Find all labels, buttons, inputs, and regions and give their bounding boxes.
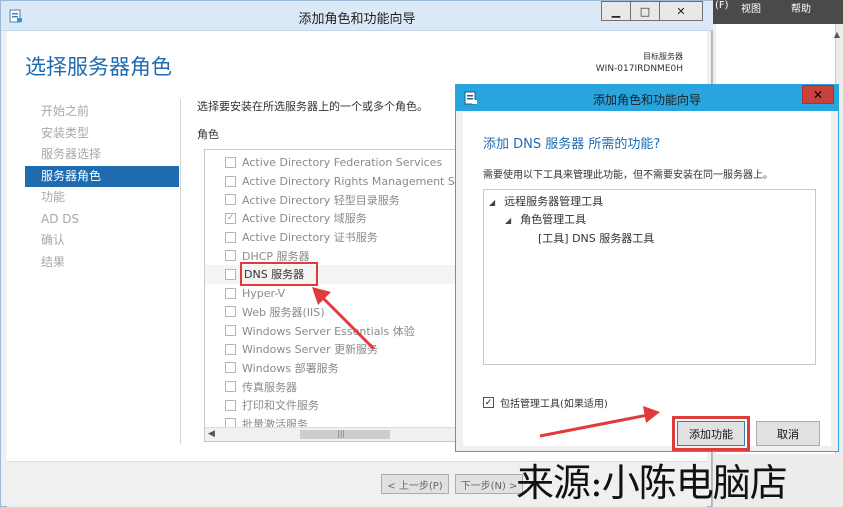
include-tools-checkbox[interactable]: ✓ [483,397,494,408]
next-button[interactable]: 下一步(N) > [455,474,523,494]
role-checkbox[interactable] [225,325,236,337]
role-label: Active Directory 轻型目录服务 [242,193,400,207]
target-server-label: 目标服务器 [643,52,683,61]
tree-node-label: 角色管理工具 [520,213,587,226]
role-checkbox[interactable] [225,287,236,299]
roles-heading: 角色 [197,128,219,141]
role-label: Windows Server Essentials 体验 [242,324,415,338]
dialog-close-button[interactable]: ✕ [802,85,834,104]
role-checkbox-checked[interactable]: ✓ [225,212,236,224]
role-item-dns[interactable]: DNS 服务器 [205,262,473,287]
tree-node[interactable]: ◢ 远程服务器管理工具 [489,193,603,209]
roles-list[interactable]: Active Directory Federation Services Act… [204,149,474,442]
background-menubar: (F) 视图 帮助 [713,0,843,24]
role-checkbox[interactable] [225,268,236,280]
role-checkbox[interactable] [225,381,236,393]
scrollbar-grip-icon: ||| [337,429,346,438]
features-tree[interactable]: ◢ 远程服务器管理工具 ◢ 角色管理工具 [工具] DNS 服务器工具 [483,189,816,365]
horizontal-scrollbar[interactable]: ◀ ||| [205,427,473,441]
role-item[interactable]: Windows 部署服务 [205,359,473,378]
dialog-heading: 添加 DNS 服务器 所需的功能? [483,137,661,152]
role-checkbox[interactable] [225,250,236,262]
role-label: Hyper-V [242,286,286,300]
role-checkbox[interactable] [225,194,236,206]
previous-button[interactable]: < 上一步(P) [381,474,449,494]
role-label-dns: DNS 服务器 [239,262,319,287]
minimize-button[interactable]: ▁ [601,1,631,21]
close-button[interactable]: ✕ [659,1,703,21]
nav-divider [180,99,181,444]
nav-item-results[interactable]: 结果 [25,252,179,274]
maximize-button[interactable]: □ [630,1,660,21]
roles-description: 选择要安装在所选服务器上的一个或多个角色。 [197,100,428,113]
expand-icon[interactable]: ◢ [505,216,511,225]
role-checkbox[interactable] [225,175,236,187]
role-checkbox[interactable] [225,156,236,168]
scroll-up-icon[interactable]: ▲ [834,30,840,39]
tree-node[interactable]: ◢ 角色管理工具 [505,211,586,227]
page-title: 选择服务器角色 [25,55,172,79]
role-label: Active Directory Rights Management Servi… [242,174,474,188]
tree-node-label: 远程服务器管理工具 [504,195,604,208]
role-label: Windows Server 更新服务 [242,343,379,357]
background-menu-item[interactable]: 帮助 [791,0,811,15]
dialog-description: 需要使用以下工具来管理此功能，但不需要安装在同一服务器上。 [483,170,773,181]
nav-item-ad-ds[interactable]: AD DS [25,209,179,231]
role-checkbox[interactable] [225,362,236,374]
tree-node[interactable]: [工具] DNS 服务器工具 [538,230,654,246]
nav-item-server-selection[interactable]: 服务器选择 [25,144,179,166]
add-features-button[interactable]: 添加功能 [672,416,750,451]
scroll-left-icon[interactable]: ◀ [208,429,215,439]
watermark-text: 来源:小陈电脑店 [516,461,788,505]
role-label: DHCP 服务器 [242,249,310,263]
role-checkbox[interactable] [225,343,236,355]
role-checkbox[interactable] [225,231,236,243]
nav-item-features[interactable]: 功能 [25,187,179,209]
role-label: Web 服务器(IIS) [242,305,325,319]
role-checkbox[interactable] [225,399,236,411]
role-item[interactable]: ✓ Active Directory 域服务 [205,209,473,228]
role-item[interactable]: Hyper-V [205,284,473,303]
role-item[interactable]: 传真服务器 [205,377,473,396]
tree-node-label: [工具] DNS 服务器工具 [538,232,655,245]
wizard-titlebar: 添加角色和功能向导 ▁ □ ✕ [1,1,713,31]
nav-item-before-you-begin[interactable]: 开始之前 [25,101,179,123]
nav-item-server-roles[interactable]: 服务器角色 [25,165,179,187]
include-tools-label: 包括管理工具(如果适用) [500,399,608,410]
role-label: Active Directory Federation Services [242,155,443,169]
role-label: 打印和文件服务 [242,399,319,413]
role-item[interactable]: Windows Server 更新服务 [205,340,473,359]
role-label: Active Directory 证书服务 [242,231,378,245]
nav-item-installation-type[interactable]: 安装类型 [25,123,179,145]
role-item[interactable]: Active Directory 轻型目录服务 [205,190,473,209]
dialog-title: 添加角色和功能向导 [592,93,701,107]
background-menu-item[interactable]: 视图 [741,0,761,15]
dialog-titlebar: 添加角色和功能向导 ✕ [456,85,838,111]
add-features-dialog: 添加角色和功能向导 ✕ 添加 DNS 服务器 所需的功能? 需要使用以下工具来管… [455,84,839,452]
target-server-value: WIN-017IRDNME0H [595,64,683,74]
include-tools-option[interactable]: ✓ 包括管理工具(如果适用) [483,395,608,410]
role-checkbox[interactable] [225,306,236,318]
role-item[interactable]: Active Directory 证书服务 [205,228,473,247]
role-label: 传真服务器 [242,380,297,394]
role-item[interactable]: Active Directory Rights Management Servi… [205,172,473,191]
wizard-nav: 开始之前 安装类型 服务器选择 服务器角色 功能 AD DS 确认 结果 [25,101,179,273]
role-item[interactable]: Windows Server Essentials 体验 [205,321,473,340]
role-label: Active Directory 域服务 [242,212,367,226]
cancel-button[interactable]: 取消 [756,421,820,446]
expand-icon[interactable]: ◢ [489,198,495,207]
role-item[interactable]: 打印和文件服务 [205,396,473,415]
dialog-body: 添加 DNS 服务器 所需的功能? 需要使用以下工具来管理此功能，但不需要安装在… [463,111,831,451]
nav-item-confirmation[interactable]: 确认 [25,230,179,252]
role-item[interactable]: Active Directory Federation Services [205,153,473,172]
role-item[interactable]: DHCP 服务器 [205,246,473,265]
target-server: 目标服务器 WIN-017IRDNME0H [596,51,683,74]
role-label: Windows 部署服务 [242,361,339,375]
role-item[interactable]: Web 服务器(IIS) [205,303,473,322]
background-menu-item[interactable]: (F) [715,0,729,11]
